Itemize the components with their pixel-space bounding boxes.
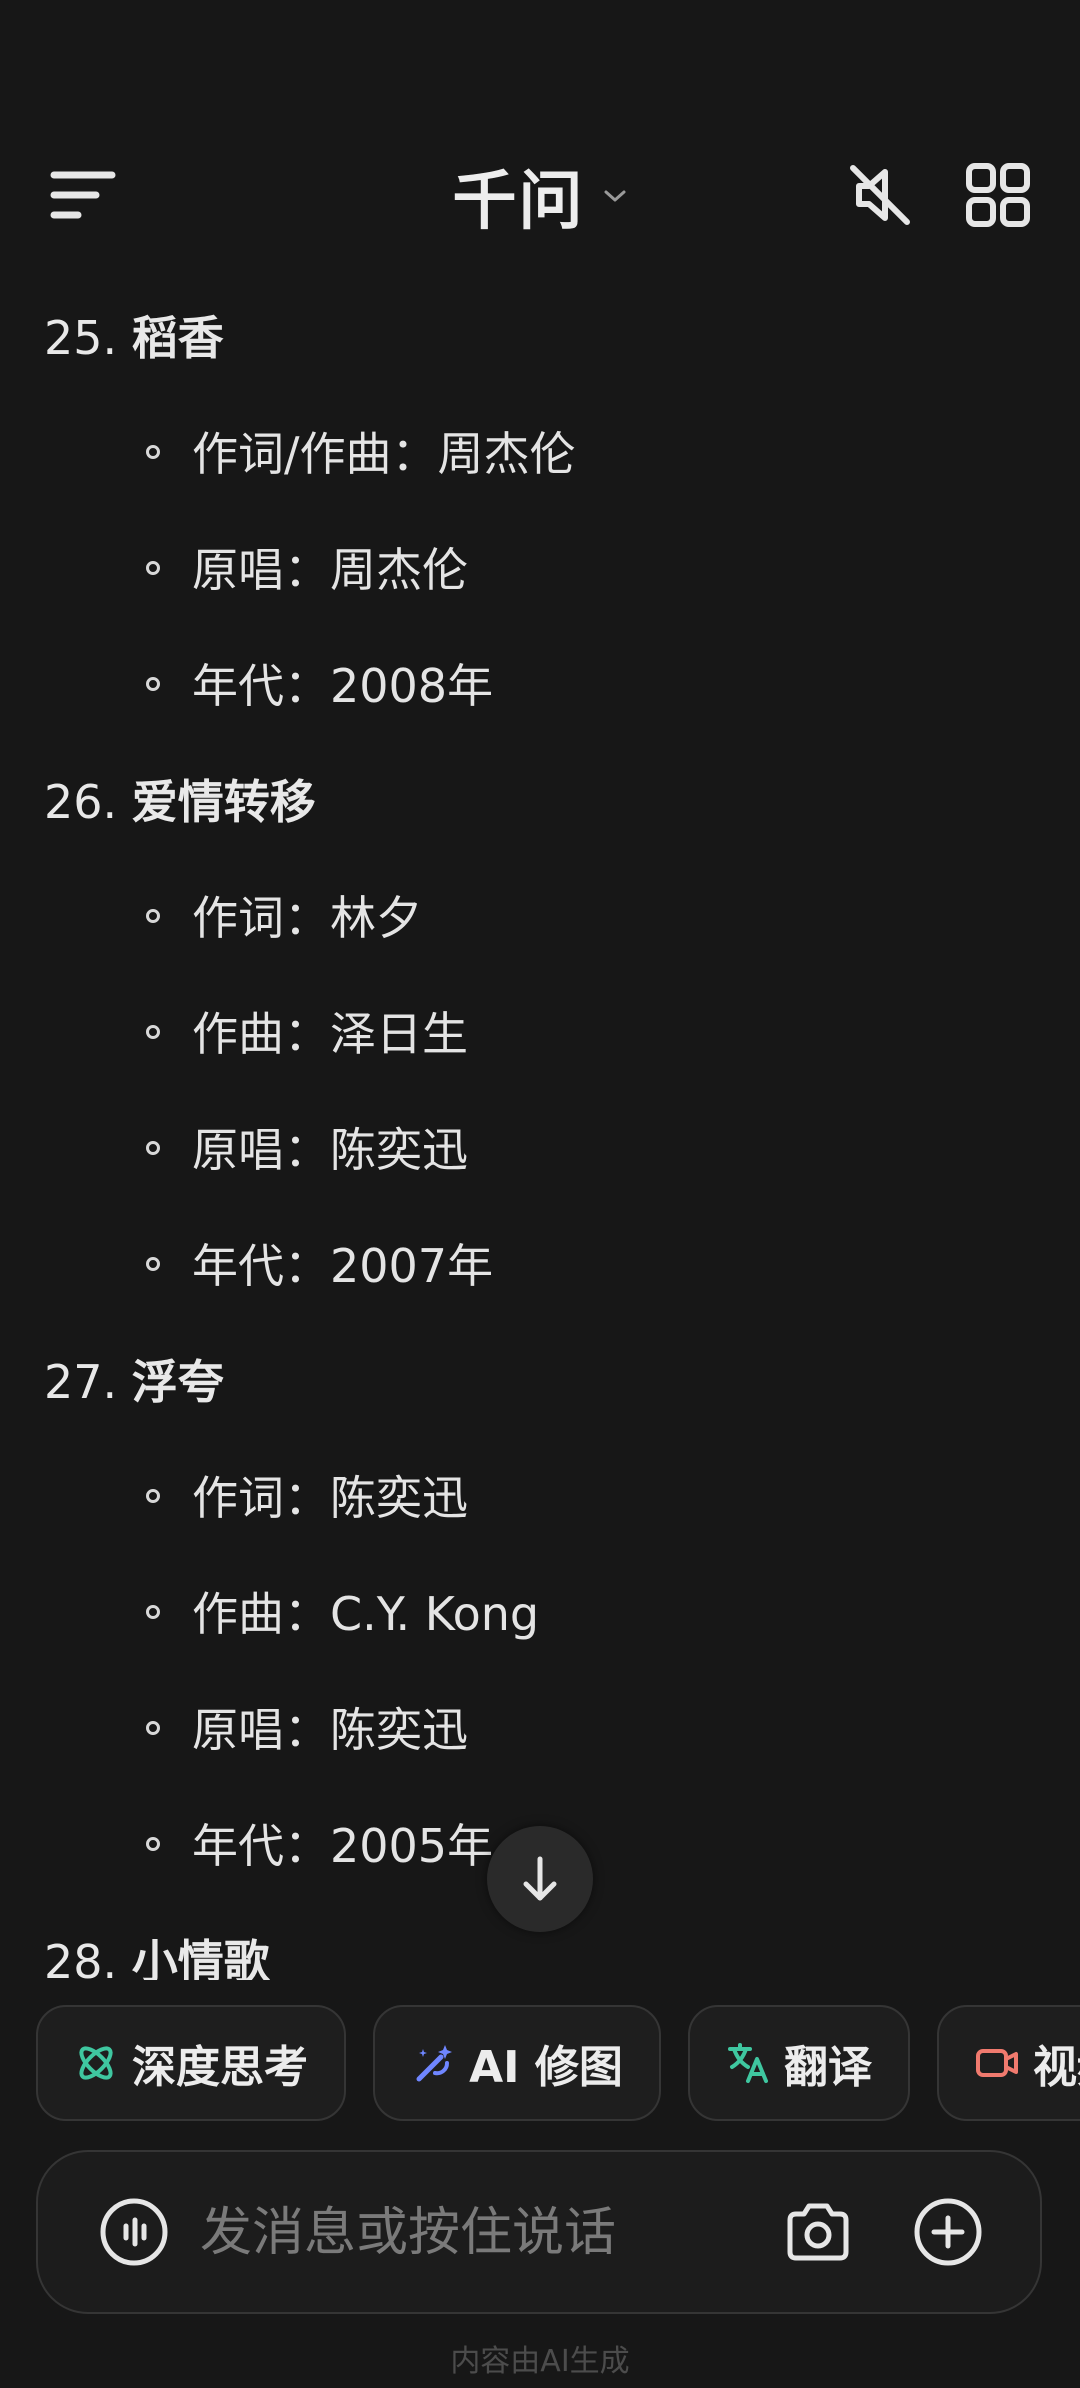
song-detail: 年代：2008年 — [146, 628, 1080, 744]
grid-icon — [966, 163, 1030, 227]
top-bar: 千问 — [0, 0, 1080, 280]
song-item: 25. 稻香 作词/作曲：周杰伦 原唱：周杰伦 年代：2008年 — [0, 280, 1080, 744]
bullet-icon — [146, 909, 160, 923]
chip-deep-thinking[interactable]: 深度思考 — [36, 2005, 346, 2121]
ai-generated-note: 内容由AI生成 — [450, 2344, 630, 2379]
chip-ai-retouch[interactable]: AI 修图 — [373, 2005, 661, 2121]
bullet-icon — [146, 1257, 160, 1271]
speaker-muted-icon — [850, 165, 910, 225]
chip-label: 深度思考 — [132, 2042, 308, 2093]
bullet-icon — [146, 1605, 160, 1619]
song-number: 27. — [44, 1355, 118, 1409]
camera-icon — [787, 2203, 849, 2261]
title-selector[interactable]: 千问 — [0, 150, 1080, 242]
song-detail: 作词/作曲：周杰伦 — [146, 396, 1080, 512]
song-name: 爱情转移 — [131, 775, 316, 829]
voice-button[interactable] — [98, 2196, 170, 2268]
chip-translate[interactable]: 翻译 — [687, 2005, 910, 2121]
song-number: 26. — [44, 775, 118, 829]
bullet-icon — [146, 445, 160, 459]
atom-icon — [79, 2046, 113, 2080]
video-camera-icon — [976, 2049, 1019, 2077]
chip-label: 视频 — [1033, 2042, 1080, 2093]
scroll-to-bottom-button[interactable] — [487, 1826, 593, 1932]
song-detail: 年代：2007年 — [146, 1208, 1080, 1324]
song-detail: 原唱：周杰伦 — [146, 512, 1080, 628]
bullet-icon — [146, 1837, 160, 1851]
message-input[interactable] — [198, 2192, 802, 2274]
song-name: 小情歌 — [131, 1935, 270, 1980]
bullet-icon — [146, 1141, 160, 1155]
song-title: 27. 浮夸 — [44, 1324, 1080, 1440]
chevron-down-icon — [604, 190, 626, 202]
song-detail: 作词：林夕 — [146, 860, 1080, 976]
quick-actions: 深度思考 AI 修图 翻译 视频 — [36, 2005, 1080, 2125]
song-detail: 作词：陈奕迅 — [146, 1440, 1080, 1556]
bullet-icon — [146, 1489, 160, 1503]
plus-circle-icon — [914, 2198, 982, 2266]
chip-video[interactable]: 视频 — [937, 2005, 1080, 2121]
chat-response: 25. 稻香 作词/作曲：周杰伦 原唱：周杰伦 年代：2008年 26. 爱情转… — [0, 280, 1080, 1980]
bullet-icon — [146, 561, 160, 575]
bullet-icon — [146, 1721, 160, 1735]
page-title: 千问 — [452, 165, 585, 239]
song-name: 稻香 — [131, 311, 224, 365]
song-detail: 原唱：陈奕迅 — [146, 1672, 1080, 1788]
song-detail: 作曲：C.Y. Kong — [146, 1556, 1080, 1672]
song-name: 浮夸 — [131, 1355, 224, 1409]
apps-grid-button[interactable] — [963, 160, 1033, 230]
mute-button[interactable] — [845, 160, 915, 230]
song-detail: 原唱：陈奕迅 — [146, 1092, 1080, 1208]
song-number: 25. — [44, 311, 118, 365]
song-item: 26. 爱情转移 作词：林夕 作曲：泽日生 原唱：陈奕迅 年代：2007年 — [0, 744, 1080, 1324]
song-title: 25. 稻香 — [44, 280, 1080, 396]
voice-wave-icon — [100, 2198, 168, 2266]
song-item: 27. 浮夸 作词：陈奕迅 作曲：C.Y. Kong 原唱：陈奕迅 年代：200… — [0, 1324, 1080, 1904]
chip-label: 翻译 — [783, 2042, 872, 2093]
chip-label: AI 修图 — [469, 2042, 623, 2093]
arrow-down-icon — [523, 1856, 557, 1901]
song-detail: 年代：2005年 — [146, 1788, 1080, 1904]
song-title: 26. 爱情转移 — [44, 744, 1080, 860]
bullet-icon — [146, 677, 160, 691]
add-button[interactable] — [912, 2196, 984, 2268]
song-number: 28. — [44, 1935, 118, 1980]
bullet-icon — [146, 1025, 160, 1039]
magic-wand-icon — [416, 2045, 453, 2082]
song-detail: 作曲：泽日生 — [146, 976, 1080, 1092]
camera-button[interactable] — [782, 2196, 854, 2268]
translate-icon — [727, 2043, 768, 2083]
message-input-bar — [36, 2150, 1042, 2314]
